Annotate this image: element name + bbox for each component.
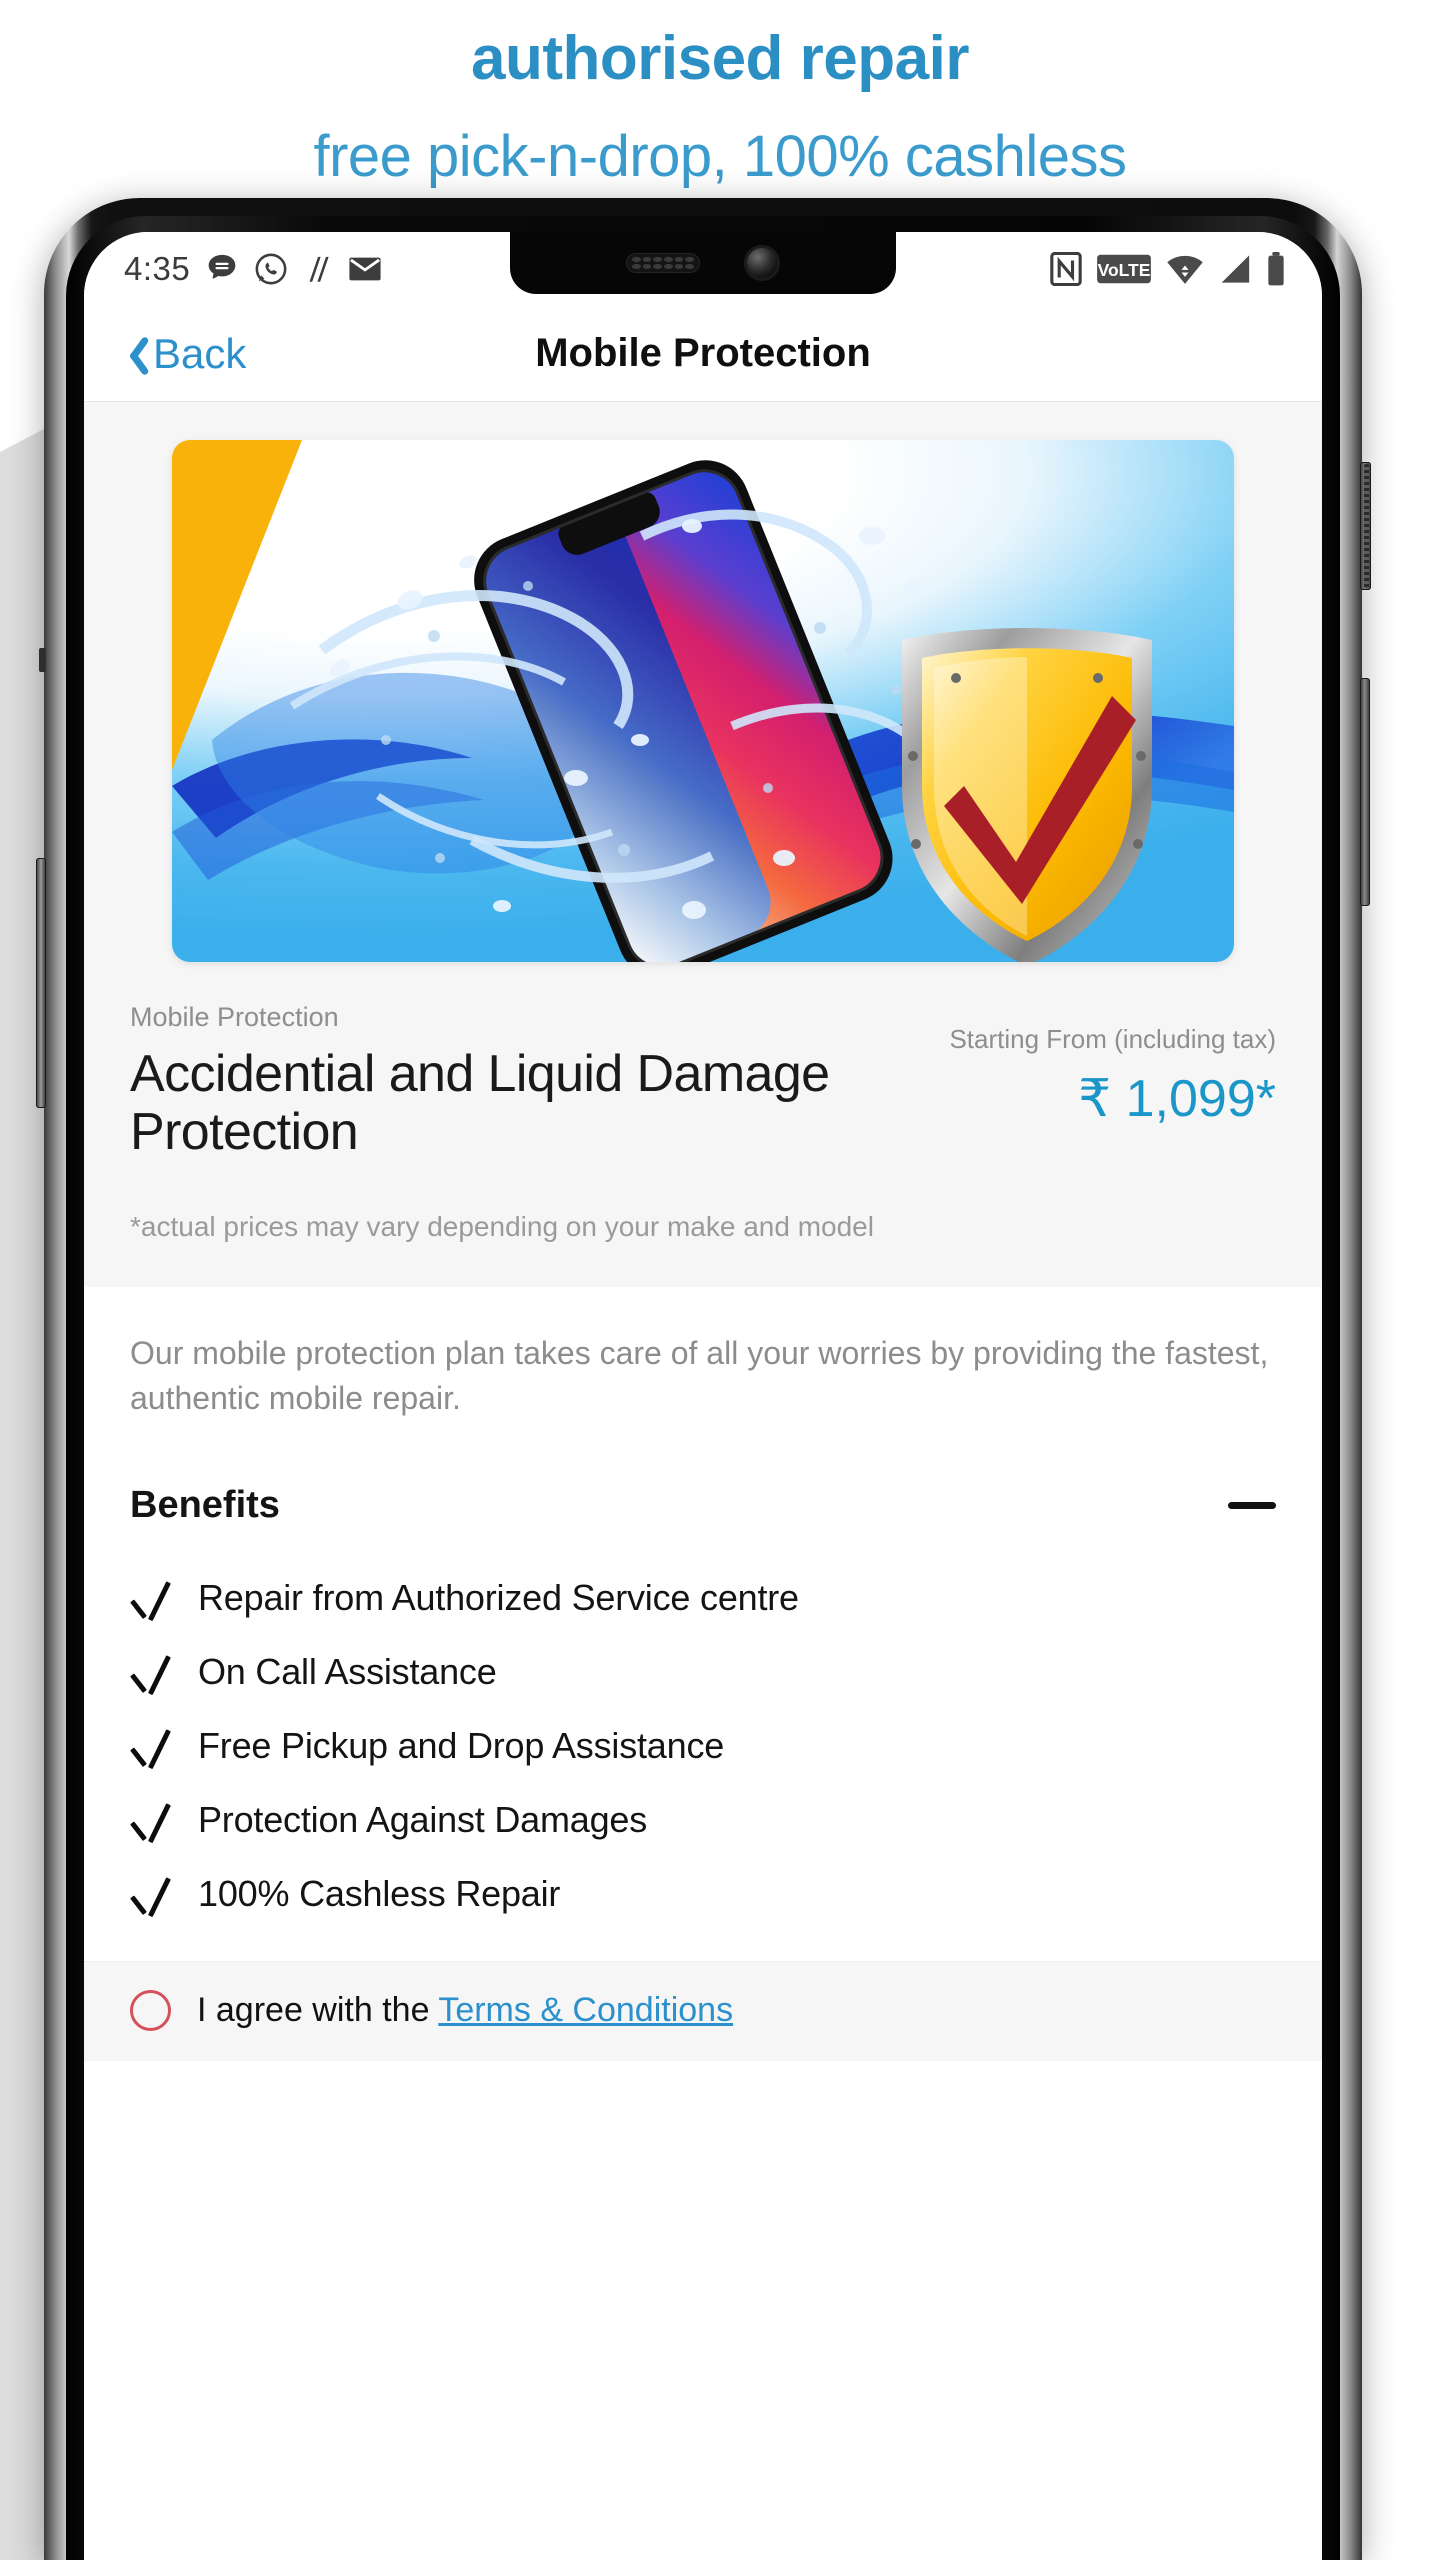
terms-text: I agree with the Terms & Conditions xyxy=(197,1991,733,2030)
check-icon xyxy=(136,1722,178,1770)
list-item: Free Pickup and Drop Assistance xyxy=(130,1709,1276,1783)
earpiece-speaker-icon xyxy=(626,253,700,273)
product-title: Accidential and Liquid Damage Protection xyxy=(130,1045,830,1162)
product-info: Mobile Protection Accidential and Liquid… xyxy=(84,962,1322,1212)
status-bar-left: 4:35 xyxy=(84,250,382,288)
hero-banner-image[interactable] xyxy=(172,440,1234,962)
check-icon xyxy=(136,1648,178,1696)
minus-icon[interactable] xyxy=(1228,1501,1276,1509)
terms-and-conditions-link[interactable]: Terms & Conditions xyxy=(438,1991,733,2029)
back-button-label: Back xyxy=(153,329,247,377)
page-title: Mobile Protection xyxy=(535,331,871,375)
phone-screen: 4:35 VoLTE Back Mobile Protection Mobile… xyxy=(84,232,1322,2560)
hero-section xyxy=(84,402,1322,962)
list-item: Protection Against Damages xyxy=(130,1783,1276,1857)
list-item: 100% Cashless Repair xyxy=(130,1857,1276,1931)
status-bar-right: VoLTE xyxy=(1050,252,1322,286)
price-disclaimer: *actual prices may vary depending on you… xyxy=(84,1211,1322,1288)
description-section: Our mobile protection plan takes care of… xyxy=(84,1287,1322,1420)
product-category: Mobile Protection xyxy=(130,1002,339,1032)
volte-icon: VoLTE xyxy=(1096,253,1152,285)
wifi-icon xyxy=(1166,253,1204,285)
hero-illustration xyxy=(172,460,1234,962)
product-info-left: Mobile Protection Accidential and Liquid… xyxy=(130,1002,931,1161)
terms-prefix: I agree with the xyxy=(197,1990,439,2029)
benefits-list: Repair from Authorized Service centre On… xyxy=(84,1526,1322,1961)
price-label: Starting From (including tax) xyxy=(949,1024,1276,1054)
svg-text:VoLTE: VoLTE xyxy=(1098,260,1151,280)
list-item: Repair from Authorized Service centre xyxy=(130,1561,1276,1635)
check-icon xyxy=(136,1870,178,1918)
display-notch xyxy=(510,232,896,294)
battery-icon xyxy=(1266,252,1286,286)
plan-description: Our mobile protection plan takes care of… xyxy=(130,1335,1269,1416)
promo-headline-secondary: free pick-n-drop, 100% cashless xyxy=(313,124,1127,189)
benefit-label: Free Pickup and Drop Assistance xyxy=(198,1724,725,1766)
chevron-left-icon xyxy=(118,332,144,376)
app-navigation-bar: Back Mobile Protection xyxy=(84,306,1322,402)
check-icon xyxy=(136,1796,178,1844)
benefit-label: Protection Against Damages xyxy=(198,1798,648,1840)
mute-switch[interactable] xyxy=(39,648,46,672)
benefits-title: Benefits xyxy=(130,1483,280,1526)
status-bar-clock: 4:35 xyxy=(124,250,191,287)
terms-agreement-bar: I agree with the Terms & Conditions xyxy=(84,1960,1322,2061)
nfc-icon xyxy=(1050,252,1082,286)
front-camera-icon xyxy=(744,245,780,281)
messages-icon xyxy=(205,252,239,286)
nova-launcher-icon xyxy=(303,252,333,286)
product-price-block: Starting From (including tax) ₹ 1,099* xyxy=(931,1002,1276,1129)
phone-device-mockup: 4:35 VoLTE Back Mobile Protection Mobile… xyxy=(36,198,1371,2560)
volume-button[interactable] xyxy=(36,858,46,1108)
promo-headline-primary: authorised repair xyxy=(471,24,969,93)
product-price: ₹ 1,099* xyxy=(1078,1070,1276,1128)
benefit-label: On Call Assistance xyxy=(198,1650,497,1692)
back-button[interactable]: Back xyxy=(84,330,246,378)
power-button[interactable] xyxy=(1360,462,1371,590)
list-item: On Call Assistance xyxy=(130,1635,1276,1709)
benefit-label: Repair from Authorized Service centre xyxy=(198,1576,799,1618)
benefits-header[interactable]: Benefits xyxy=(84,1419,1322,1527)
terms-checkbox[interactable] xyxy=(130,1989,171,2031)
right-side-button[interactable] xyxy=(1360,678,1370,906)
check-icon xyxy=(136,1574,178,1622)
email-icon xyxy=(348,255,382,283)
status-bar: 4:35 VoLTE xyxy=(84,232,1322,306)
whatsapp-icon xyxy=(254,252,288,286)
cellular-signal-icon xyxy=(1218,253,1252,285)
benefit-label: 100% Cashless Repair xyxy=(198,1872,561,1914)
promo-header: authorised repair free pick-n-drop, 100%… xyxy=(0,0,1440,190)
